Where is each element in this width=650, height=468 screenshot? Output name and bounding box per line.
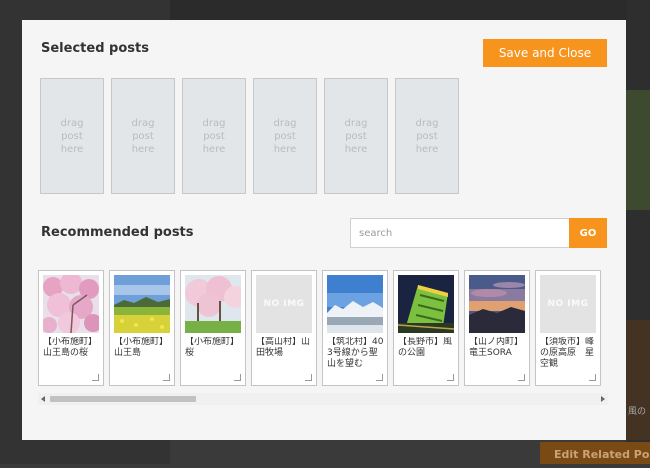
drag-corner-icon [447, 374, 454, 381]
post-card-title: 【高山村】山田牧場 [256, 337, 311, 358]
drop-slot-label: drag post here [131, 117, 155, 155]
recommended-posts-list: 【小布施町】山王島の桜 【小布施町】山王島 【小布施町】桜 NO IMG 【高山村】山田… [38, 268, 606, 390]
drag-corner-icon [305, 374, 312, 381]
post-card[interactable]: 【長野市】風の公園 [393, 270, 459, 386]
drop-slot-label: drag post here [60, 117, 84, 155]
horizontal-scrollbar[interactable] [38, 393, 608, 405]
selected-posts-title: Selected posts [41, 41, 149, 56]
post-thumbnail [398, 275, 454, 333]
post-card-title: 【長野市】風の公園 [398, 337, 453, 358]
post-card-title: 【山ノ内町】竜王SORA [469, 337, 524, 358]
drop-slot[interactable]: drag post here [395, 78, 459, 194]
search-bar: GO [350, 218, 607, 248]
post-thumbnail [469, 275, 525, 333]
scroll-right-arrow-icon[interactable] [601, 396, 605, 402]
post-thumbnail [327, 275, 383, 333]
go-button[interactable]: GO [569, 218, 607, 248]
background-page-top [170, 0, 650, 20]
drag-corner-icon [163, 374, 170, 381]
drop-slot[interactable]: drag post here [253, 78, 317, 194]
drop-slot-label: drag post here [344, 117, 368, 155]
drop-slot-label: drag post here [273, 117, 297, 155]
background-image-strip [626, 320, 650, 440]
drop-slot-label: drag post here [202, 117, 226, 155]
drop-slot[interactable]: drag post here [111, 78, 175, 194]
background-image-strip [626, 90, 650, 210]
drop-slot[interactable]: drag post here [40, 78, 104, 194]
drag-corner-icon [376, 374, 383, 381]
post-thumbnail [114, 275, 170, 333]
drag-corner-icon [92, 374, 99, 381]
drop-slot-label: drag post here [415, 117, 439, 155]
related-posts-modal: Selected posts Save and Close drag post … [22, 20, 626, 440]
edit-related-posts-button[interactable]: Edit Related Pos [540, 442, 650, 464]
post-card[interactable]: 【小布施町】山王島 [109, 270, 175, 386]
scrollbar-thumb[interactable] [50, 396, 196, 402]
no-image-placeholder: NO IMG [256, 275, 312, 333]
post-card-title: 【小布施町】山王島の桜 [43, 337, 98, 358]
post-card[interactable]: 【筑北村】403号線から聖山を望む [322, 270, 388, 386]
drag-corner-icon [518, 374, 525, 381]
background-caption: 風の [628, 407, 647, 417]
post-card[interactable]: NO IMG 【高山村】山田牧場 [251, 270, 317, 386]
no-image-placeholder: NO IMG [540, 275, 596, 333]
save-and-close-button[interactable]: Save and Close [483, 39, 607, 67]
post-card[interactable]: 【小布施町】桜 [180, 270, 246, 386]
post-card[interactable]: 【山ノ内町】竜王SORA [464, 270, 530, 386]
post-card-title: 【筑北村】403号線から聖山を望む [327, 337, 384, 369]
post-card-title: 【小布施町】桜 [185, 337, 240, 358]
scroll-left-arrow-icon[interactable] [41, 396, 45, 402]
drag-corner-icon [589, 374, 596, 381]
background-page-right [626, 0, 650, 464]
post-card-title: 【小布施町】山王島 [114, 337, 169, 358]
post-card-title: 【須坂市】峰の原高原 星空観 [540, 337, 595, 369]
recommended-posts-title: Recommended posts [41, 225, 194, 240]
search-input[interactable] [350, 218, 570, 248]
post-card[interactable]: NO IMG 【須坂市】峰の原高原 星空観 [535, 270, 601, 386]
post-thumbnail [185, 275, 241, 333]
post-thumbnail [43, 275, 99, 333]
drag-corner-icon [234, 374, 241, 381]
post-card[interactable]: 【小布施町】山王島の桜 [38, 270, 104, 386]
drop-slot[interactable]: drag post here [324, 78, 388, 194]
drop-slot[interactable]: drag post here [182, 78, 246, 194]
